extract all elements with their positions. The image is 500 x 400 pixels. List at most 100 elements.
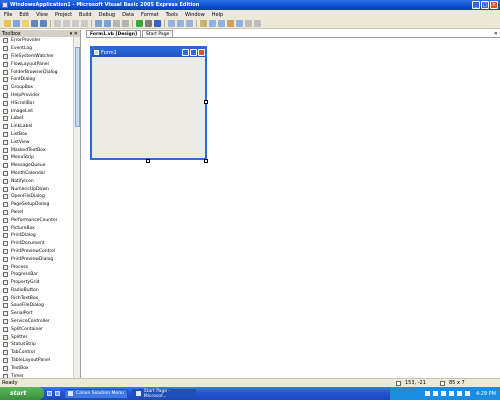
toolbox-item[interactable]: Process [0,263,74,271]
toolbox-item[interactable]: PrintPreviewControl [0,248,74,256]
toolbox-item[interactable]: HScrollBar [0,99,74,107]
toolbox-item[interactable]: ListBox [0,131,74,139]
toolbox-item[interactable]: RichTextBox [0,294,74,302]
form1-designer[interactable]: Form1 [90,46,207,160]
volume-icon[interactable] [464,391,470,396]
options-icon[interactable] [245,20,252,27]
toolbox-item[interactable]: TabControl [0,349,74,357]
toolbox-item[interactable]: Label [0,115,74,123]
save-icon[interactable] [31,20,38,27]
start-button[interactable]: start [0,387,44,400]
layout-icon[interactable] [254,20,261,27]
tray-icon-1[interactable] [424,391,430,396]
task-visual-basic[interactable]: Start Page - Microsof... [132,388,196,399]
object-browser-icon[interactable] [236,20,243,27]
menu-file[interactable]: File [4,12,12,18]
tab-start-page[interactable]: Start Page [142,30,174,37]
stop-debug-icon[interactable] [154,20,161,27]
toolbox-item[interactable]: SaveFileDialog [0,302,74,310]
toolbox-item[interactable]: Panel [0,209,74,217]
new-project-icon[interactable] [4,20,11,27]
close-tab-icon[interactable]: ✕ [494,31,498,37]
toolbox-item[interactable]: PerformanceCounter [0,216,74,224]
paste-icon[interactable] [72,20,79,27]
toolbox-item[interactable]: PrintPreviewDialog [0,255,74,263]
tray-icon-4[interactable] [448,391,454,396]
tray-icon-2[interactable] [432,391,438,396]
menu-build[interactable]: Build [79,12,92,18]
menu-format[interactable]: Format [141,12,159,18]
break-all-icon[interactable] [145,20,152,27]
toolbox-item[interactable]: GroupBox [0,84,74,92]
start-debug-icon[interactable] [136,20,143,27]
step-out-icon[interactable] [186,20,193,27]
open-file-icon[interactable] [22,20,29,27]
minimize-button[interactable]: _ [472,1,480,9]
toolbox-item[interactable]: EventLog [0,45,74,53]
toolbox-scrollbar[interactable] [73,37,80,378]
toolbox-item[interactable]: PrintDocument [0,240,74,248]
navigate-back-icon[interactable] [113,20,120,27]
toolbox-item[interactable]: StatusStrip [0,341,74,349]
toolbox-item[interactable]: ServiceController [0,318,74,326]
toolbox-item[interactable]: MonthCalendar [0,170,74,178]
maximize-button[interactable]: □ [481,1,489,9]
toolbox-item[interactable]: Splitter [0,333,74,341]
undo-icon[interactable] [95,20,102,27]
save-all-icon[interactable] [40,20,47,27]
toolbox-item[interactable]: SplitContainer [0,325,74,333]
tray-icon-5[interactable] [456,391,462,396]
toolbox-item[interactable]: ImageList [0,107,74,115]
menu-window[interactable]: Window [185,12,205,18]
toolbox-item[interactable]: MaskedTextBox [0,146,74,154]
menu-edit[interactable]: Edit [19,12,29,18]
add-item-icon[interactable] [13,20,20,27]
menu-project[interactable]: Project [55,12,72,18]
toolbox-item[interactable]: PageSetupDialog [0,201,74,209]
tab-form1-design[interactable]: Form1.vb [Design] [86,30,141,37]
resize-handle-bottom[interactable] [146,159,150,163]
toolbox-item[interactable]: ErrorProvider [0,37,74,45]
navigate-forward-icon[interactable] [122,20,129,27]
toolbox-item[interactable]: HelpProvider [0,92,74,100]
resize-handle-corner[interactable] [204,159,208,163]
toolbox-item[interactable]: SerialPort [0,310,74,318]
toolbox-item[interactable]: ListView [0,138,74,146]
toolbox-item[interactable]: RadioButton [0,287,74,295]
toolbox-item[interactable]: PropertyGrid [0,279,74,287]
delete-icon[interactable] [81,20,88,27]
toolbox-toolbar-icon[interactable] [227,20,234,27]
toolbox-item[interactable]: LinkLabel [0,123,74,131]
pin-icon[interactable]: ▾ ✕ [70,31,78,37]
toolbox-item[interactable]: NumericUpDown [0,185,74,193]
toolbox-item[interactable]: NotifyIcon [0,177,74,185]
solution-explorer-icon[interactable] [209,20,216,27]
scroll-thumb[interactable] [75,47,80,127]
toolbox-item[interactable]: TextBox [0,364,74,372]
toolbox-item[interactable]: FolderBrowserDialog [0,68,74,76]
toolbox-item[interactable]: OpenFileDialog [0,193,74,201]
tray-icon-3[interactable] [440,391,446,396]
close-button[interactable]: × [490,1,498,9]
cut-icon[interactable] [54,20,61,27]
menu-debug[interactable]: Debug [99,12,115,18]
toolbox-item[interactable]: MessageQueue [0,162,74,170]
toolbox-item[interactable]: ProgressBar [0,271,74,279]
step-over-icon[interactable] [177,20,184,27]
toolbox-item[interactable]: PrintDialog [0,232,74,240]
menu-data[interactable]: Data [122,12,134,18]
toolbox-item[interactable]: FontDialog [0,76,74,84]
toolbox-item[interactable]: TableLayoutPanel [0,357,74,365]
quick-launch-ie-icon[interactable] [47,391,52,396]
toolbox-item[interactable]: FileSystemWatcher [0,53,74,61]
menu-view[interactable]: View [36,12,48,18]
properties-icon[interactable] [218,20,225,27]
task-canon-solution-menu[interactable]: Canon Solution Menu [64,388,128,399]
toolbox-item[interactable]: PictureBox [0,224,74,232]
toolbox-item[interactable]: MenuStrip [0,154,74,162]
menu-help[interactable]: Help [212,12,223,18]
redo-icon[interactable] [104,20,111,27]
resize-handle-right[interactable] [204,100,208,104]
find-icon[interactable] [200,20,207,27]
toolbox-item[interactable]: FlowLayoutPanel [0,60,74,68]
